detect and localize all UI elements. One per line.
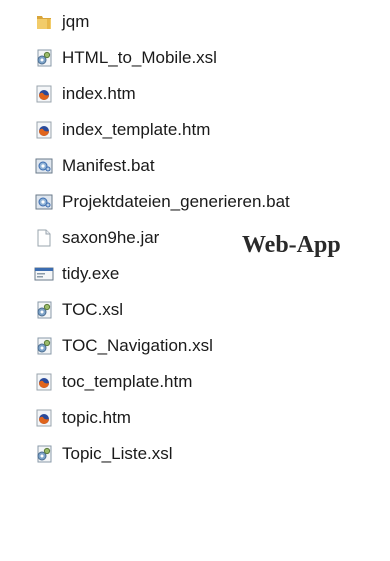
file-name: jqm (62, 12, 90, 31)
firefox-html-icon (36, 121, 52, 139)
xsl-file-icon (37, 445, 52, 463)
batch-file-icon (35, 194, 53, 210)
web-app-label: Web-App (242, 232, 341, 258)
file-name: tidy.exe (62, 264, 120, 283)
file-item-topic-liste-xsl[interactable]: Topic_Liste.xsl (20, 436, 290, 472)
batch-file-icon (35, 158, 53, 174)
folder-icon (37, 16, 51, 29)
file-list-panel: jqm HTML_to_Mobile.xsl index.htm index_t… (20, 0, 365, 561)
file-item-index-htm[interactable]: index.htm (20, 76, 290, 112)
firefox-html-icon (36, 85, 52, 103)
file-name: index_template.htm (62, 120, 211, 139)
xsl-file-icon (37, 337, 52, 355)
file-item-projektdateien-generieren-bat[interactable]: Projektdateien_generieren.bat (20, 184, 290, 220)
file-item-index-template-htm[interactable]: index_template.htm (20, 112, 290, 148)
file-item-topic-htm[interactable]: topic.htm (20, 400, 290, 436)
file-name: Projektdateien_generieren.bat (62, 192, 290, 211)
file-name: TOC.xsl (62, 300, 124, 319)
firefox-html-icon (36, 409, 52, 427)
blank-file-icon (37, 229, 51, 247)
file-item-jqm[interactable]: jqm (20, 4, 290, 40)
xsl-file-icon (37, 49, 52, 67)
file-item-tidy-exe[interactable]: tidy.exe (20, 256, 290, 292)
file-name: index.htm (62, 84, 136, 103)
file-name: topic.htm (62, 408, 131, 427)
xsl-file-icon (37, 301, 52, 319)
file-name: Manifest.bat (62, 156, 155, 175)
file-item-toc-xsl[interactable]: TOC.xsl (20, 292, 290, 328)
file-name: toc_template.htm (62, 372, 193, 391)
file-item-toc-template-htm[interactable]: toc_template.htm (20, 364, 290, 400)
file-name: saxon9he.jar (62, 228, 160, 247)
file-item-toc-navigation-xsl[interactable]: TOC_Navigation.xsl (20, 328, 290, 364)
exe-file-icon (34, 267, 54, 281)
file-item-html-to-mobile-xsl[interactable]: HTML_to_Mobile.xsl (20, 40, 290, 76)
firefox-html-icon (36, 373, 52, 391)
file-item-manifest-bat[interactable]: Manifest.bat (20, 148, 290, 184)
file-name: HTML_to_Mobile.xsl (62, 48, 217, 67)
file-name: Topic_Liste.xsl (62, 444, 173, 463)
file-name: TOC_Navigation.xsl (62, 336, 213, 355)
